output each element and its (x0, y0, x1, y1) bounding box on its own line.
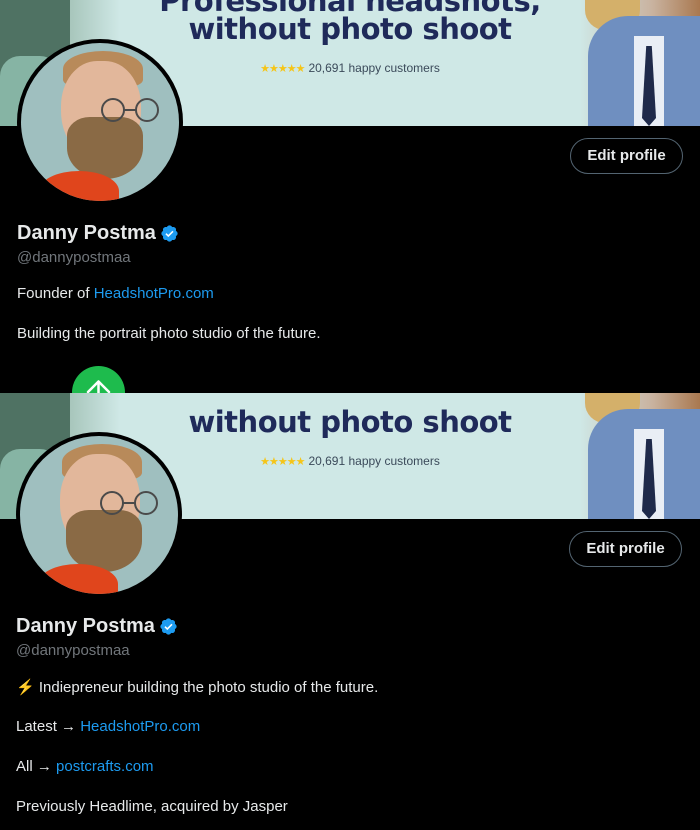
bio-line-all: All → postcrafts.com (16, 758, 154, 775)
profile-name-row: Danny Postma (17, 222, 179, 245)
profile-handle: @dannypostmaa (16, 642, 130, 659)
bio-link-headshotpro[interactable]: HeadshotPro.com (94, 285, 214, 302)
avatar[interactable] (16, 432, 182, 598)
bio-link-headshotpro[interactable]: HeadshotPro.com (80, 718, 200, 735)
edit-profile-button[interactable]: Edit profile (569, 531, 682, 567)
verified-badge-icon[interactable] (159, 617, 178, 636)
avatar[interactable] (17, 39, 183, 205)
profile-name: Danny Postma (16, 615, 155, 637)
star-rating-icon: ★★★★★ (260, 63, 305, 75)
glasses-icon (101, 98, 159, 122)
bio-founder: Founder of HeadshotPro.com (17, 285, 214, 302)
bio-link-postcrafts[interactable]: postcrafts.com (56, 758, 154, 775)
glasses-icon (100, 491, 158, 515)
profile-before: Professional headshots, without photo sh… (0, 0, 700, 352)
star-rating-icon: ★★★★★ (260, 456, 305, 468)
verified-badge-icon[interactable] (160, 224, 179, 243)
bio-line-latest: Latest → HeadshotPro.com (16, 718, 201, 735)
bio-line-previously: Previously Headlime, acquired by Jasper (16, 798, 288, 815)
profile-name-row: Danny Postma (16, 615, 178, 638)
profile-handle: @dannypostmaa (17, 249, 131, 266)
lightning-icon: ⚡ (16, 679, 35, 696)
profile-name: Danny Postma (17, 222, 156, 244)
bio-tagline: Building the portrait photo studio of th… (17, 325, 321, 342)
bio-line-indiepreneur: ⚡ Indiepreneur building the photo studio… (16, 679, 379, 696)
profile-after: without photo shoot ★★★★★ 20,691 happy cu… (0, 393, 700, 830)
edit-profile-button[interactable]: Edit profile (570, 138, 683, 174)
